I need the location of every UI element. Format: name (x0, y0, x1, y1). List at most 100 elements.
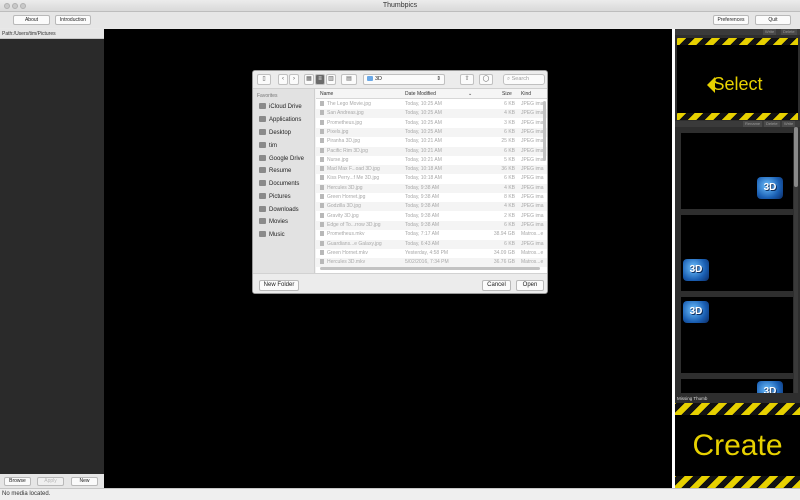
file-list-hscrollbar[interactable] (320, 267, 540, 270)
thumbnail-list[interactable]: 3D 3D 3D 3D (677, 127, 793, 393)
sidebar-item-tim[interactable]: tim (259, 141, 277, 151)
file-kind: JPEG ima (521, 221, 544, 228)
back-icon[interactable]: ‹ (278, 74, 288, 85)
forward-icon[interactable]: › (289, 74, 299, 85)
browse-button[interactable]: Browse (4, 477, 31, 486)
quit-button[interactable]: Quit (755, 15, 791, 25)
file-row[interactable]: Prometheus.jpg Today, 10:25 AM 3 KB JPEG im… (316, 119, 547, 128)
sidebar-item-icloud-drive[interactable]: iCloud Drive (259, 102, 302, 112)
file-name-text: The Lego Movie.jpg (327, 101, 371, 107)
sidebar-item-google-drive[interactable]: Google Drive (259, 154, 304, 164)
new-folder-button[interactable]: New Folder (259, 280, 299, 291)
file-name-text: Guardians...e Galaxy.jpg (327, 240, 382, 247)
sidebar-item-pictures[interactable]: Pictures (259, 192, 291, 202)
select-panel[interactable]: Select (677, 38, 798, 120)
preferences-button[interactable]: Preferences (713, 15, 749, 25)
file-icon (320, 101, 324, 106)
file-row[interactable]: Hercules 3D.mkv 5/02/2016, 7:34 PM 36.76 G… (316, 258, 547, 268)
open-button[interactable]: Open (516, 280, 544, 291)
sidebar-item-downloads[interactable]: Downloads (259, 205, 299, 215)
column-view-icon[interactable]: ▥ (326, 74, 336, 85)
column-header-name[interactable]: Name (320, 89, 333, 99)
column-header-date[interactable]: Date Modified (405, 89, 436, 99)
file-row[interactable]: Piranha 3D.jpg Today, 10:21 AM 25 KB JPEG i… (316, 137, 547, 146)
file-kind: Matros...e (521, 231, 544, 238)
search-input[interactable]: ⌕ Search (503, 74, 545, 85)
sidebar-item-label: Desktop (269, 130, 292, 136)
introduction-button[interactable]: Introduction (55, 15, 91, 25)
file-row[interactable]: The Lego Movie.jpg Today, 10:25 AM 6 KB JPE… (316, 100, 547, 109)
file-kind: JPEG ima (521, 138, 544, 145)
file-row[interactable]: Guardians...e Galaxy.jpg Today, 6:43 AM 6 … (316, 239, 547, 249)
sidebar-item-applications[interactable]: Applications (259, 115, 301, 125)
sidebar-item-movies[interactable]: Movies (259, 217, 288, 227)
close-window-button[interactable] (4, 3, 10, 9)
new-button[interactable]: New (71, 477, 98, 486)
file-row[interactable]: San Andreas.jpg Today, 10:25 AM 4 KB JPEG i… (316, 109, 547, 119)
share-icon[interactable]: ⇧ (460, 74, 474, 85)
sidebar-item-resume[interactable]: Resume (259, 166, 291, 176)
file-name-text: Green Hornet.mkv (327, 249, 368, 256)
missing-thumb-label: Missing Thumb (675, 395, 800, 402)
favorites-header: Favorites (257, 93, 278, 99)
cancel-button[interactable]: Cancel (482, 280, 511, 291)
home-icon (259, 142, 266, 148)
sidebar-item-music[interactable]: Music (259, 230, 285, 240)
file-name-text: Godzilla 3D.jpg (327, 203, 361, 210)
file-row[interactable]: Godzilla 3D.jpg Today, 9:38 AM 4 KB JPEG im… (316, 202, 547, 212)
chevron-updown-icon: ⇕ (436, 76, 441, 82)
column-header-size[interactable]: Size (502, 89, 512, 99)
file-row[interactable]: Gravity 3D.jpg Today, 9:38 AM 2 KB JPEG ima (316, 212, 547, 221)
file-name-text: Gravity 3D.jpg (327, 212, 359, 219)
sidebar-item-documents[interactable]: Documents (259, 179, 299, 189)
create-panel[interactable]: Create (675, 403, 800, 488)
file-row[interactable]: Prometheus.mkv Today, 7:17 AM 38.94 GB Matr… (316, 230, 547, 239)
tab-delete[interactable]: Delete (781, 29, 797, 35)
column-header-kind[interactable]: Kind (521, 89, 531, 99)
thumbnail-item[interactable]: 3D (681, 133, 793, 209)
icon-view-icon[interactable]: ▦ (304, 74, 314, 85)
file-date: Today, 10:25 AM (405, 128, 442, 135)
thumbnail-item[interactable]: 3D (681, 379, 793, 393)
file-row[interactable]: Hercules 3D.jpg Today, 9:38 AM 4 KB JPEG im… (316, 183, 547, 193)
arrange-icon[interactable]: ▤ (341, 74, 357, 85)
file-name: Kiss Perry...f Me 3D.jpg (320, 174, 402, 183)
file-icon (320, 166, 324, 172)
file-kind: JPEG ima (521, 194, 544, 200)
thumbnail-item[interactable]: 3D (681, 297, 793, 373)
sidebar-item-label: Google Drive (269, 156, 305, 162)
about-button[interactable]: About (13, 15, 50, 25)
file-list-header: Name Date Modified ⌄ Size Kind (316, 89, 547, 99)
file-row[interactable]: Mad Max F...oad 3D.jpg Today, 10:18 AM 36 … (316, 165, 547, 175)
zoom-window-button[interactable] (20, 3, 26, 9)
sidebar-toggle-icon[interactable]: ▯ (257, 74, 271, 85)
3d-badge-icon: 3D (757, 381, 783, 393)
scroll-thumb[interactable] (794, 127, 798, 187)
tag-icon[interactable]: ◯ (479, 74, 493, 85)
file-icon (320, 203, 324, 209)
location-select[interactable]: 3D ⇕ (363, 74, 445, 85)
apply-button[interactable]: Apply (37, 477, 64, 486)
sidebar-item-desktop[interactable]: Desktop (259, 128, 291, 138)
file-row[interactable]: Nurse.jpg Today, 10:21 AM 5 KB JPEG ima (316, 156, 547, 165)
tab-write[interactable]: Write (763, 29, 777, 35)
file-row[interactable]: Kiss Perry...f Me 3D.jpg Today, 10:18 AM 6… (316, 174, 547, 183)
file-list-scrollbar[interactable] (543, 101, 546, 161)
top-tab-strip: Write Delete (675, 29, 800, 35)
file-icon (320, 128, 324, 134)
file-size: 4 KB (504, 184, 515, 191)
list-view-icon[interactable]: ≡ (315, 74, 325, 85)
thumbnail-item[interactable]: 3D (681, 215, 793, 291)
file-name: Guardians...e Galaxy.jpg (320, 240, 402, 249)
file-row[interactable]: Pixels.jpg Today, 10:25 AM 6 KB JPEG ima (316, 127, 547, 137)
file-row[interactable]: Pacific Rim 3D.jpg Today, 10:21 AM 6 KB JPE… (316, 146, 547, 156)
file-row[interactable]: Green Hornet.mkv Yesterday, 4:58 PM 34.09 … (316, 249, 547, 258)
file-kind: JPEG ima (521, 110, 544, 117)
file-size: 38.94 GB (493, 231, 515, 238)
minimize-window-button[interactable] (12, 3, 18, 9)
file-row[interactable]: Green Hornet.jpg Today, 9:38 AM 8 KB JPEG i… (316, 193, 547, 202)
file-kind: JPEG ima (521, 166, 544, 173)
thumbnail-scrollbar[interactable] (794, 127, 798, 393)
file-row[interactable]: Edge of To...rrow 3D.jpg Today, 9:38 AM 6 … (316, 220, 547, 230)
file-list[interactable]: Name Date Modified ⌄ Size Kind The Lego … (316, 89, 547, 273)
